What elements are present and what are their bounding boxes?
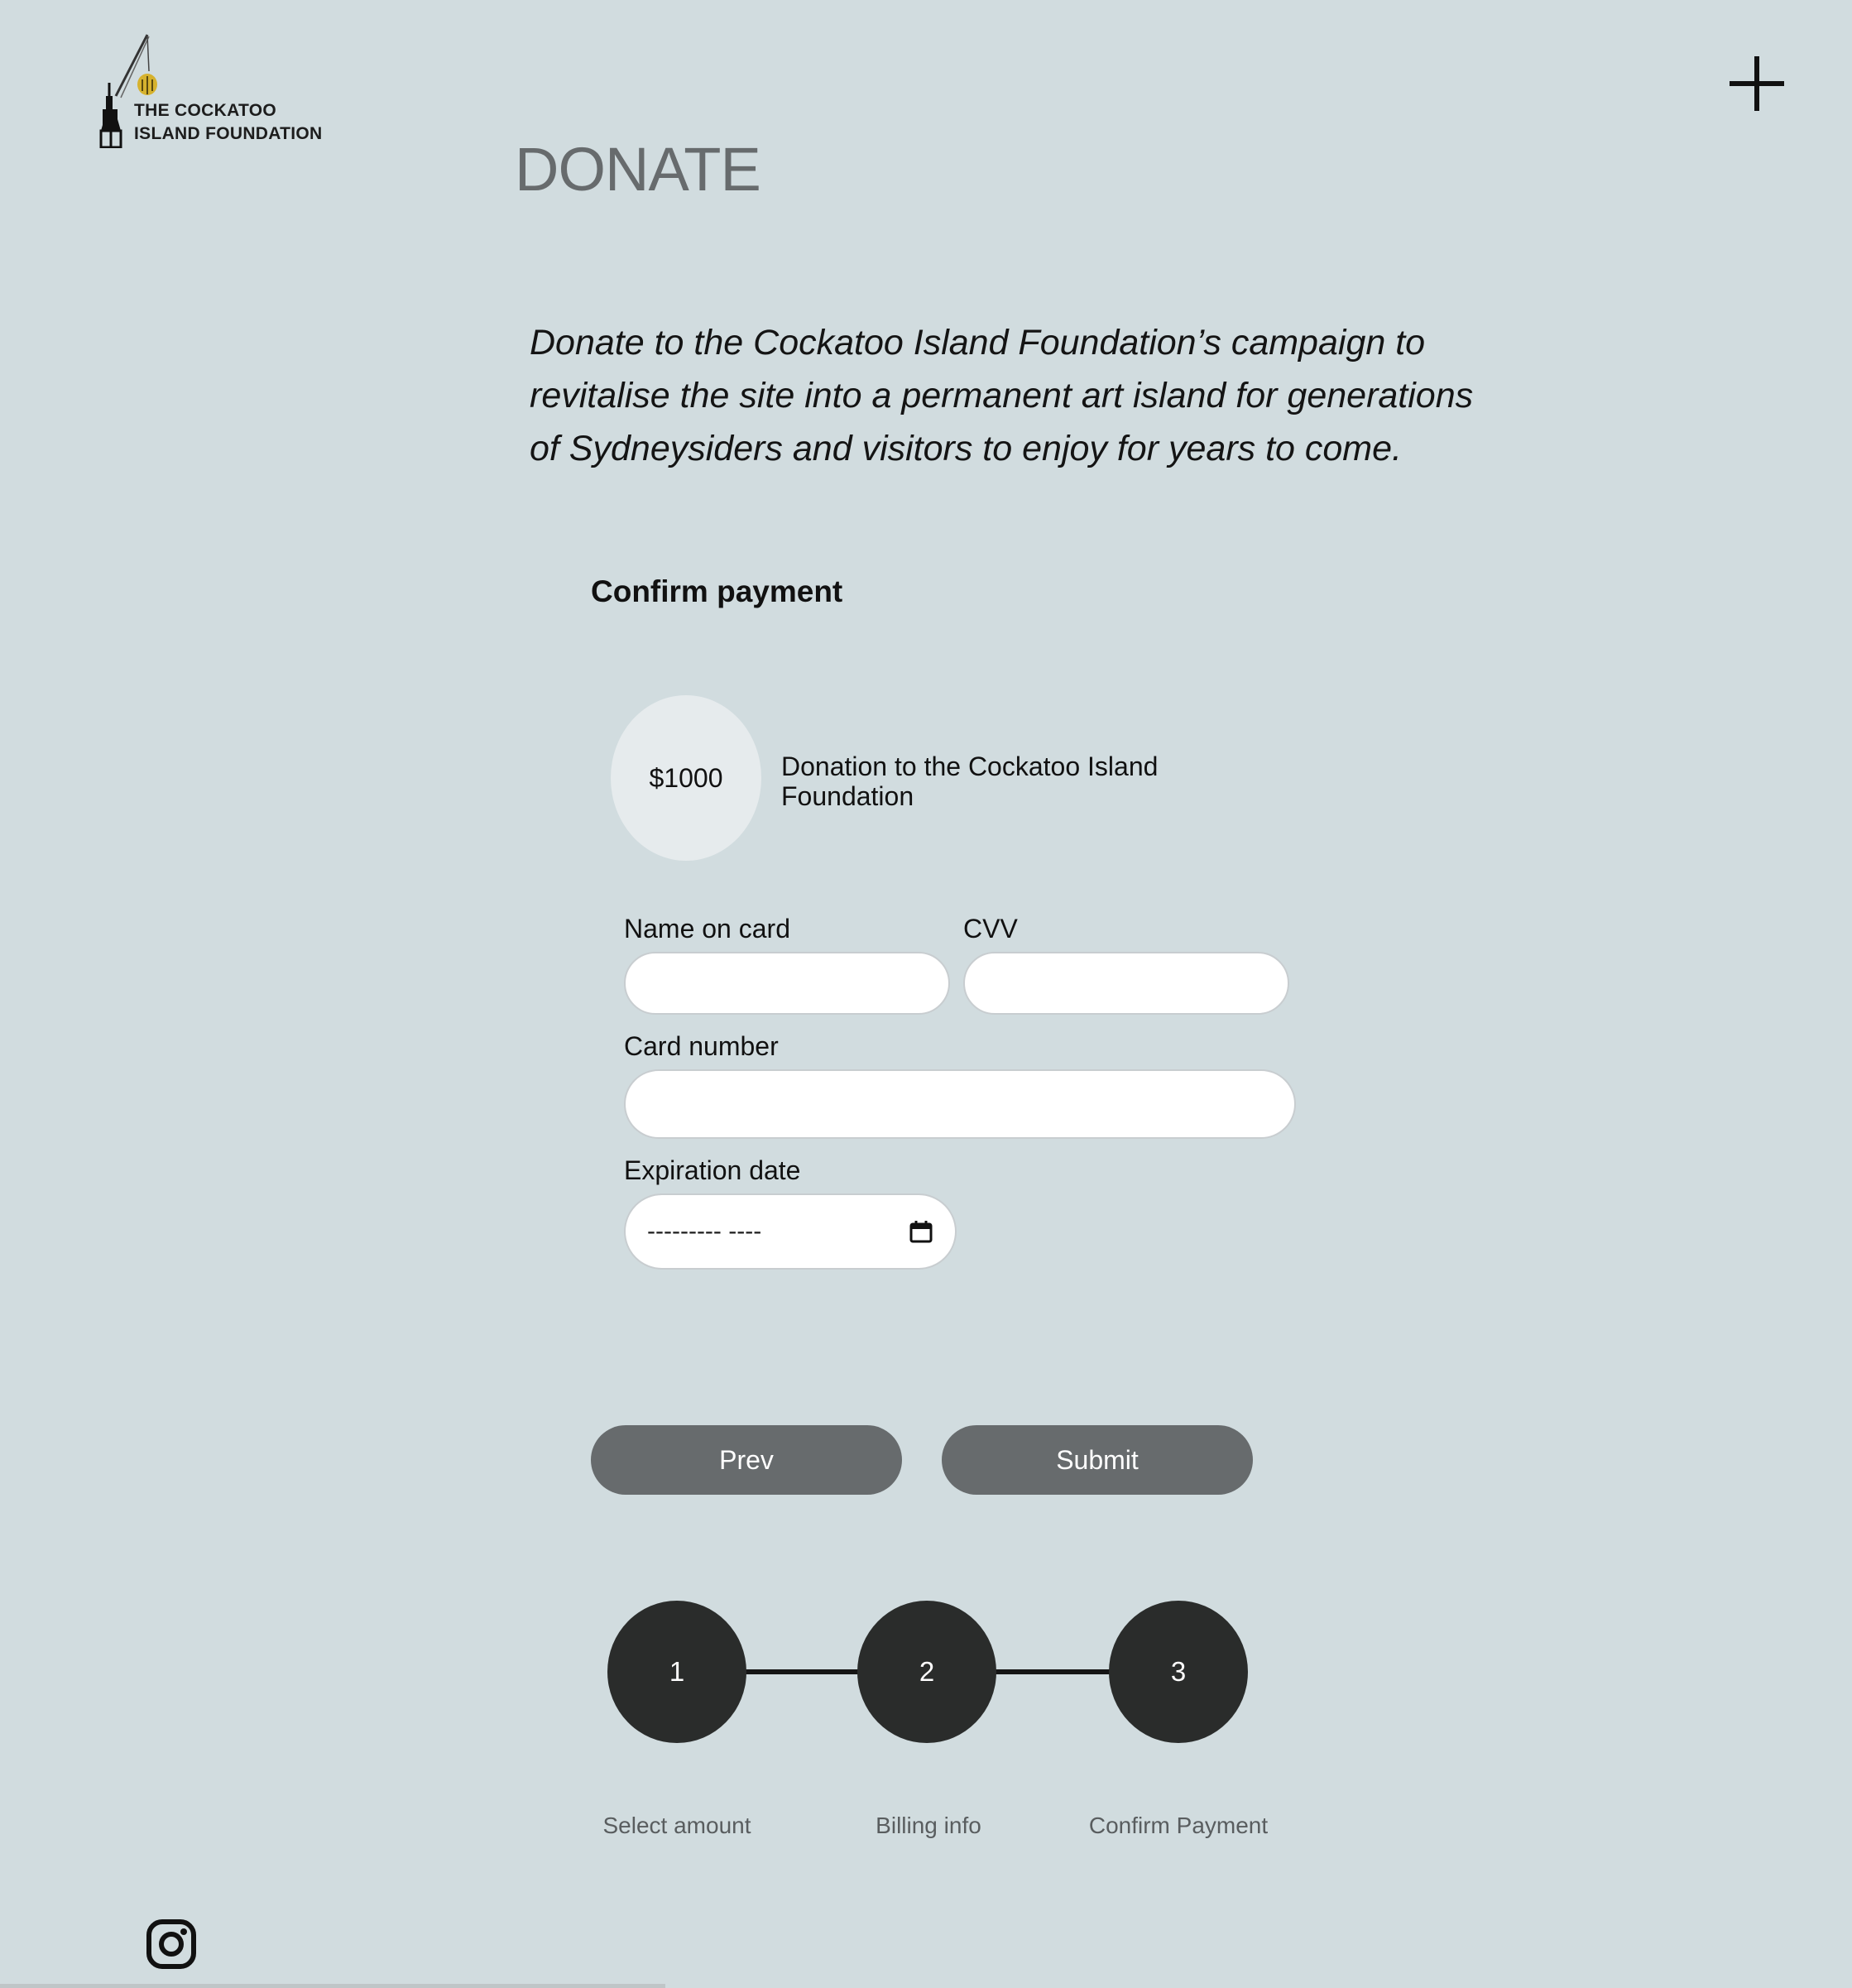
step-1-label: Select amount bbox=[602, 1813, 751, 1838]
name-on-card-input[interactable] bbox=[624, 952, 950, 1015]
submit-button[interactable]: Submit bbox=[942, 1425, 1253, 1495]
cvv-input[interactable] bbox=[963, 952, 1289, 1015]
prev-button[interactable]: Prev bbox=[591, 1425, 902, 1495]
brand-name-line2: ISLAND FOUNDATION bbox=[134, 124, 323, 143]
page-title: DONATE bbox=[515, 135, 761, 204]
intro-text: Donate to the Cockatoo Island Foundation… bbox=[530, 323, 1474, 468]
menu-button[interactable] bbox=[1728, 55, 1786, 113]
donation-description: Donation to the Cockatoo Island Foundati… bbox=[781, 752, 1159, 811]
instagram-icon bbox=[146, 1919, 196, 1969]
card-number-label: Card number bbox=[624, 1031, 779, 1061]
plus-icon bbox=[1730, 56, 1784, 111]
step-1-circle: 1 bbox=[607, 1601, 746, 1743]
cvv-label: CVV bbox=[963, 914, 1018, 944]
bottom-scroll-edge bbox=[0, 1984, 665, 1988]
amount-value: $1000 bbox=[649, 762, 723, 793]
step-2-circle: 2 bbox=[857, 1601, 996, 1743]
card-number-input[interactable] bbox=[624, 1069, 1296, 1139]
confirm-payment-heading: Confirm payment bbox=[591, 574, 843, 608]
step-2-label: Billing info bbox=[876, 1813, 981, 1838]
expiration-date-label: Expiration date bbox=[624, 1155, 801, 1185]
expiration-date-input[interactable]: --------- ---- bbox=[624, 1193, 957, 1270]
brand-name-line1: THE COCKATOO bbox=[134, 101, 276, 120]
name-on-card-label: Name on card bbox=[624, 914, 790, 944]
calendar-icon[interactable] bbox=[909, 1219, 933, 1244]
step-3-label: Confirm Payment bbox=[1088, 1813, 1269, 1838]
expiration-date-placeholder: --------- ---- bbox=[647, 1217, 762, 1245]
site-logo[interactable]: THE COCKATOO ISLAND FOUNDATION bbox=[98, 28, 329, 148]
step-3-circle: 3 bbox=[1109, 1601, 1248, 1743]
amount-badge: $1000 bbox=[611, 695, 761, 861]
instagram-link[interactable] bbox=[146, 1918, 197, 1970]
